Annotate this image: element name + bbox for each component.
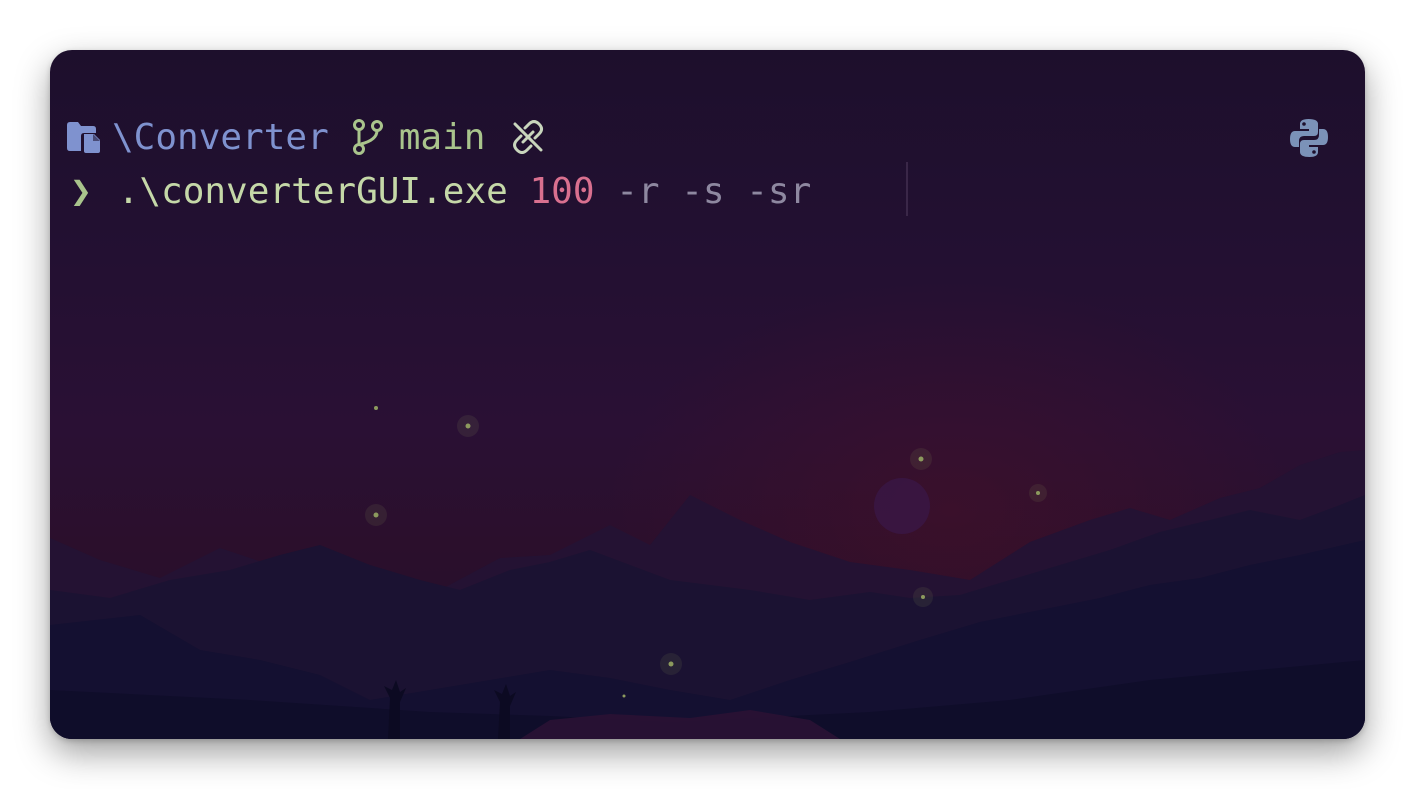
command-flags: -r -s -sr — [594, 170, 812, 212]
command-argument-number: 100 — [507, 170, 595, 212]
git-branch-icon — [351, 118, 385, 156]
python-icon — [1289, 118, 1329, 158]
git-branch-name: main — [398, 116, 486, 158]
terminal-window[interactable]: \Converter main ❯ .\converterGUI.exe 100… — [50, 50, 1365, 739]
current-directory: \Converter — [112, 116, 329, 158]
command-line[interactable]: ❯ .\converterGUI.exe 100 -r -s -sr — [66, 168, 811, 214]
unlinked-icon — [511, 120, 545, 154]
folder-icon — [66, 120, 102, 154]
prompt-line: \Converter main — [66, 114, 545, 160]
prompt-symbol: ❯ — [70, 170, 92, 212]
command-executable: .\converterGUI.exe — [96, 170, 508, 212]
text-cursor — [906, 162, 908, 216]
